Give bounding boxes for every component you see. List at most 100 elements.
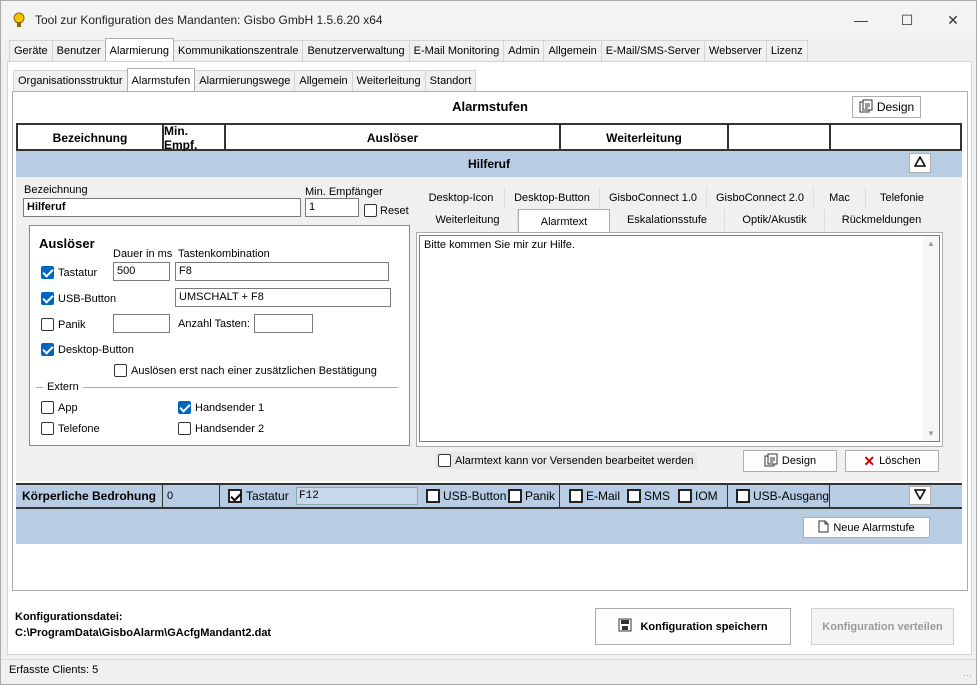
row-sms: SMS [627, 489, 670, 503]
min-empf-input[interactable]: 1 [305, 198, 359, 217]
tab-sub-allgemein[interactable]: Allgemein [294, 70, 353, 91]
anzahl-label: Anzahl Tasten: [178, 318, 250, 330]
row-email-check[interactable] [569, 489, 583, 503]
handsender1-label: Handsender 1 [195, 401, 265, 414]
row-usb-ausgang-check[interactable] [736, 489, 750, 503]
design-button[interactable]: Design [743, 450, 837, 472]
row-tastatur-value[interactable]: F12 [296, 487, 418, 505]
tab-admin[interactable]: Admin [503, 40, 545, 61]
row-koerperliche-bedrohung[interactable]: Körperliche Bedrohung 0 Tastatur F12 USB… [16, 483, 962, 509]
alarmtext-area[interactable]: Bitte kommen Sie mir zur Hilfe. ▲ ▼ [419, 235, 940, 442]
app-check[interactable] [41, 401, 54, 414]
handsender1-checkbox[interactable]: Handsender 1 [178, 401, 264, 414]
maximize-button[interactable]: ☐ [884, 1, 930, 39]
tab-organisationsstruktur[interactable]: Organisationsstruktur [13, 70, 128, 91]
row-iom-check[interactable] [678, 489, 692, 503]
tab-gisboconnect-2[interactable]: GisboConnect 2.0 [707, 187, 814, 209]
close-button[interactable]: ✕ [930, 1, 976, 39]
tab-desktop-icon[interactable]: Desktop-Icon [418, 187, 505, 209]
usb-check[interactable] [41, 292, 54, 305]
panik-check[interactable] [41, 318, 54, 331]
delete-button[interactable]: ✕ Löschen [845, 450, 939, 472]
tab-benutzer[interactable]: Benutzer [51, 40, 106, 61]
tab-optik-akustik[interactable]: Optik/Akustik [725, 209, 825, 231]
new-alarmstufe-button[interactable]: Neue Alarmstufe [803, 517, 930, 538]
design-button-top[interactable]: Design [852, 96, 921, 118]
handsender1-check[interactable] [178, 401, 191, 414]
row-panik: Panik [508, 489, 555, 503]
row-sms-check[interactable] [627, 489, 641, 503]
row-usb: USB-Button [426, 489, 506, 503]
distribute-config-button[interactable]: Konfiguration verteilen [811, 608, 954, 645]
tastatur-checkbox[interactable]: Tastatur [41, 266, 97, 279]
tab-alarmstufen[interactable]: Alarmstufen [126, 68, 196, 91]
bestaetigung-checkbox[interactable]: Auslösen erst nach einer zusätzlichen Be… [114, 364, 377, 377]
scroll-up-icon[interactable]: ▲ [923, 239, 939, 248]
desktop-button-check[interactable] [41, 343, 54, 356]
section-title: Hilferuf [468, 157, 510, 171]
handsender2-checkbox[interactable]: Handsender 2 [178, 422, 264, 435]
anzahl-input[interactable] [254, 314, 313, 333]
tastatur-check[interactable] [41, 266, 54, 279]
tab-weiterleitung-detail[interactable]: Weiterleitung [418, 209, 518, 231]
window-title: Tool zur Konfiguration des Mandanten: Gi… [35, 13, 383, 27]
row-usb-check[interactable] [426, 489, 440, 503]
panik-checkbox[interactable]: Panik [41, 318, 86, 331]
triangle-down-icon [913, 488, 927, 503]
panik-input[interactable] [113, 314, 170, 333]
tab-mac[interactable]: Mac [814, 187, 866, 209]
handsender2-check[interactable] [178, 422, 191, 435]
tab-weiterleitung[interactable]: Weiterleitung [351, 70, 426, 91]
tab-rueckmeldungen[interactable]: Rückmeldungen [825, 209, 938, 231]
tab-alarmierung[interactable]: Alarmierung [104, 38, 174, 61]
editable-check[interactable] [438, 454, 451, 467]
usb-kombi-input[interactable]: UMSCHALT + F8 [175, 288, 391, 307]
tab-lizenz[interactable]: Lizenz [765, 40, 808, 61]
collapse-button[interactable] [909, 153, 931, 173]
telefone-check[interactable] [41, 422, 54, 435]
section-band-hilferuf[interactable]: Hilferuf [16, 151, 962, 177]
tab-gisboconnect-1[interactable]: GisboConnect 1.0 [600, 187, 707, 209]
resize-grip-icon[interactable]: ⋯ [963, 670, 972, 681]
app-label: App [58, 401, 78, 414]
usb-checkbox[interactable]: USB-Button [41, 292, 116, 305]
row-divider-1 [559, 485, 560, 507]
tastatur-kombi-input[interactable]: F8 [175, 262, 389, 281]
save-config-button[interactable]: Konfiguration speichern [595, 608, 791, 645]
tab-kommunikationszentrale[interactable]: Kommunikationszentrale [172, 40, 304, 61]
tastatur-dauer-input[interactable]: 500 [113, 262, 170, 281]
tab-webserver[interactable]: Webserver [703, 40, 767, 61]
tab-allgemein[interactable]: Allgemein [543, 40, 602, 61]
row-sms-label: SMS [644, 489, 671, 503]
desktop-button-checkbox[interactable]: Desktop-Button [41, 343, 134, 356]
bezeichnung-input[interactable]: Hilferuf [23, 198, 301, 217]
tab-standort[interactable]: Standort [424, 70, 477, 91]
row-tastatur: Tastatur [228, 489, 289, 503]
col-bezeichnung: Bezeichnung [18, 125, 164, 151]
row-tastatur-check[interactable] [228, 489, 242, 503]
tab-alarmtext[interactable]: Alarmtext [518, 209, 610, 234]
row-divider-2 [727, 485, 728, 507]
reset-checkbox[interactable]: Reset [364, 204, 409, 217]
tab-benutzerverwaltung[interactable]: Benutzerverwaltung [302, 40, 410, 61]
tab-email-sms-server[interactable]: E-Mail/SMS-Server [600, 40, 705, 61]
scrollbar[interactable]: ▲ ▼ [923, 236, 939, 441]
bestaetigung-check[interactable] [114, 364, 127, 377]
app-checkbox[interactable]: App [41, 401, 78, 414]
scroll-down-icon[interactable]: ▼ [923, 429, 939, 438]
expand-button[interactable] [909, 486, 931, 505]
tab-alarmierungswege[interactable]: Alarmierungswege [194, 70, 296, 91]
telefone-checkbox[interactable]: Telefone [41, 422, 100, 435]
tab-eskalationsstufe[interactable]: Eskalationsstufe [610, 209, 725, 231]
minimize-button[interactable]: — [838, 1, 884, 39]
editable-checkbox[interactable]: Alarmtext kann vor Versenden bearbeitet … [435, 452, 698, 469]
tab-desktop-button[interactable]: Desktop-Button [505, 187, 600, 209]
row-panik-check[interactable] [508, 489, 522, 503]
tab-geraete[interactable]: Geräte [9, 40, 53, 61]
tab-email-monitoring[interactable]: E-Mail Monitoring [408, 40, 505, 61]
reset-check[interactable] [364, 204, 377, 217]
detail-tabs-row1: Desktop-Icon Desktop-Button GisboConnect… [418, 187, 938, 209]
tab-telefonie[interactable]: Telefonie [866, 187, 938, 209]
telefone-label: Telefone [58, 422, 100, 435]
page-title: Alarmstufen [452, 99, 528, 114]
